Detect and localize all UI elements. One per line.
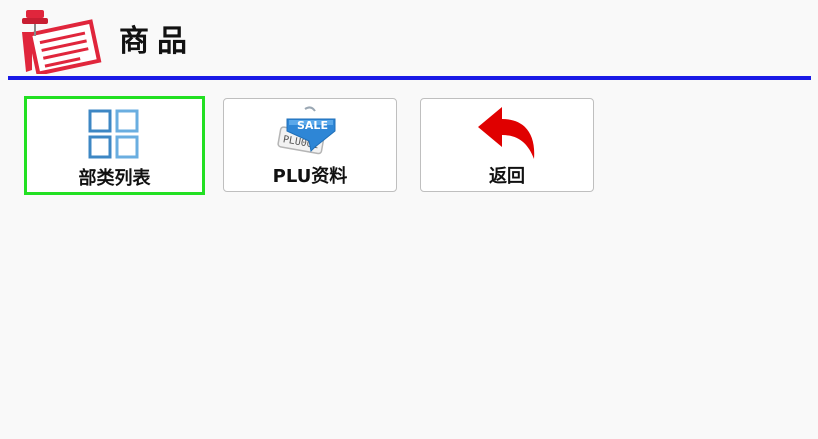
back-arrow-icon [478, 107, 535, 159]
grid-icon [88, 109, 138, 159]
page-title: 商品 [119, 24, 195, 59]
category-list-label: 部类列表 [78, 168, 151, 189]
category-list-button[interactable]: 部类列表 [24, 96, 205, 195]
plu-data-button[interactable]: PLU001 SALE PLU资料 [223, 98, 397, 192]
tag-text: SALE [297, 119, 328, 132]
back-button[interactable]: 返回 [420, 98, 594, 192]
header-divider [8, 76, 811, 80]
plu-data-label: PLU资料 [272, 166, 348, 187]
memo-pin-icon [22, 10, 102, 74]
back-label: 返回 [489, 166, 525, 187]
header-bar: 商品 [0, 0, 818, 76]
sale-tag-icon: PLU001 SALE [277, 106, 336, 155]
